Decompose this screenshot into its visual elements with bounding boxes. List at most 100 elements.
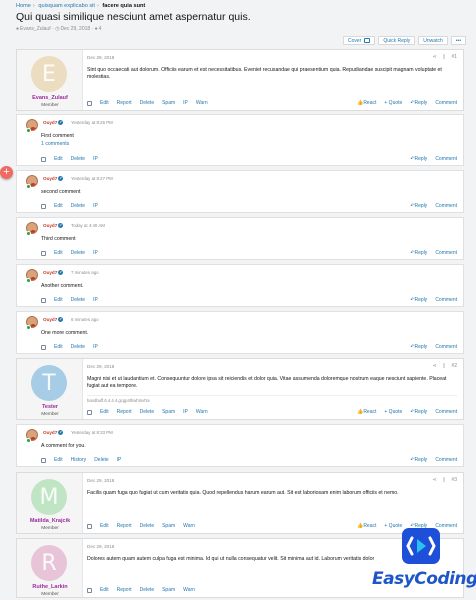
- avatar[interactable]: R: [31, 545, 67, 581]
- comment-link[interactable]: Comment: [435, 250, 457, 256]
- permalink-icon[interactable]: #3: [451, 477, 457, 483]
- comment-link[interactable]: Comment: [435, 100, 457, 106]
- comment-username[interactable]: Ouyd7 ✓: [43, 120, 64, 126]
- thread-date[interactable]: Dec 29, 2018: [60, 26, 90, 32]
- ip-link[interactable]: IP: [93, 344, 98, 350]
- warn-link[interactable]: Warn: [183, 587, 195, 593]
- delete-link[interactable]: Delete: [94, 457, 108, 463]
- quote-link[interactable]: + Quote: [384, 100, 402, 106]
- warn-link[interactable]: Warn: [196, 409, 208, 415]
- edit-link[interactable]: Edit: [54, 457, 63, 463]
- edit-link[interactable]: Edit: [100, 409, 109, 415]
- avatar[interactable]: T: [31, 365, 67, 401]
- comment-username[interactable]: Ouyd7 ✓: [43, 176, 64, 182]
- comment-username[interactable]: Ouyd7 ✓: [43, 317, 64, 323]
- comment-username[interactable]: Ouyd7 ✓: [43, 430, 64, 436]
- select-checkbox[interactable]: [87, 523, 92, 529]
- react-link[interactable]: 👍React: [357, 100, 376, 106]
- comment-link[interactable]: Comment: [435, 344, 457, 350]
- comment-time[interactable]: 6 minutes ago: [71, 317, 99, 322]
- add-button[interactable]: +: [0, 166, 13, 179]
- post-username[interactable]: Matilda_Krajcik: [17, 518, 83, 524]
- select-checkbox[interactable]: [87, 409, 92, 415]
- edit-link[interactable]: Edit: [100, 523, 109, 529]
- ip-link[interactable]: IP: [93, 156, 98, 162]
- comment-link[interactable]: Comment: [435, 156, 457, 162]
- select-checkbox[interactable]: [41, 457, 46, 463]
- history-link[interactable]: History: [71, 457, 87, 463]
- breadcrumb-home[interactable]: Home: [16, 3, 31, 9]
- more-menu-button[interactable]: •••: [450, 36, 466, 45]
- select-checkbox[interactable]: [41, 297, 46, 303]
- comment-time[interactable]: Today at 4:40 AM: [71, 223, 105, 228]
- comment-count-link[interactable]: 1 comments: [41, 141, 69, 147]
- comment-link[interactable]: Comment: [435, 523, 457, 529]
- report-link[interactable]: Report: [117, 523, 132, 529]
- edit-link[interactable]: Edit: [54, 203, 63, 209]
- warn-link[interactable]: Warn: [196, 100, 208, 106]
- post-date[interactable]: Dec 29, 2018: [87, 478, 114, 483]
- delete-link[interactable]: Delete: [71, 297, 85, 303]
- delete-link[interactable]: Delete: [71, 250, 85, 256]
- share-icon[interactable]: ⋖: [432, 363, 436, 369]
- reply-link[interactable]: ↶Reply: [410, 457, 427, 463]
- comment-link[interactable]: Comment: [435, 409, 457, 415]
- edit-link[interactable]: Edit: [54, 297, 63, 303]
- edit-link[interactable]: Edit: [54, 156, 63, 162]
- avatar[interactable]: M: [31, 479, 67, 515]
- reply-link[interactable]: ↶Reply: [410, 297, 427, 303]
- delete-link[interactable]: Delete: [140, 100, 154, 106]
- reply-link[interactable]: ↶Reply: [410, 250, 427, 256]
- bookmark-icon[interactable]: ▯: [443, 54, 446, 60]
- ip-link[interactable]: IP: [183, 409, 188, 415]
- thread-author[interactable]: Evans_Zulauf: [20, 26, 51, 32]
- reply-link[interactable]: ↶Reply: [410, 409, 427, 415]
- edit-link[interactable]: Edit: [54, 250, 63, 256]
- post-date[interactable]: Dec 29, 2018: [87, 544, 114, 549]
- unwatch-button[interactable]: Unwatch: [418, 36, 448, 45]
- select-checkbox[interactable]: [41, 344, 46, 350]
- comment-link[interactable]: Comment: [435, 203, 457, 209]
- ip-link[interactable]: IP: [93, 250, 98, 256]
- comment-time[interactable]: Yesterday at 8:27 PM: [71, 176, 113, 181]
- edit-link[interactable]: Edit: [100, 100, 109, 106]
- breadcrumb-current[interactable]: facere quia sunt: [102, 3, 145, 9]
- delete-link[interactable]: Delete: [71, 344, 85, 350]
- reply-link[interactable]: ↶Reply: [410, 203, 427, 209]
- spam-link[interactable]: Spam: [162, 587, 175, 593]
- share-icon[interactable]: ⋖: [432, 54, 436, 60]
- reply-link[interactable]: ↶Reply: [410, 100, 427, 106]
- avatar[interactable]: E: [31, 56, 67, 92]
- select-checkbox[interactable]: [41, 156, 46, 162]
- quote-link[interactable]: + Quote: [384, 409, 402, 415]
- delete-link[interactable]: Delete: [140, 409, 154, 415]
- report-link[interactable]: Report: [117, 587, 132, 593]
- comment-username[interactable]: Ouyd7 ✓: [43, 270, 64, 276]
- delete-link[interactable]: Delete: [71, 203, 85, 209]
- report-link[interactable]: Report: [117, 409, 132, 415]
- post-date[interactable]: Dec 29, 2018: [87, 364, 114, 369]
- post-date[interactable]: Dec 29, 2018: [87, 55, 114, 60]
- reply-link[interactable]: ↶Reply: [410, 156, 427, 162]
- select-checkbox[interactable]: [41, 203, 46, 209]
- permalink-icon[interactable]: #2: [451, 363, 457, 369]
- bookmark-icon[interactable]: ▯: [443, 363, 446, 369]
- select-checkbox[interactable]: [87, 100, 92, 106]
- comment-time[interactable]: Yesterday at 8:33 PM: [71, 430, 113, 435]
- quick-reply-button[interactable]: Quick Reply: [378, 36, 416, 45]
- edit-link[interactable]: Edit: [100, 587, 109, 593]
- cover-button[interactable]: Cover: [342, 36, 376, 45]
- bookmark-icon[interactable]: ▯: [443, 477, 446, 483]
- spam-link[interactable]: Spam: [162, 100, 175, 106]
- comment-username[interactable]: Ouyd7 ✓: [43, 223, 64, 229]
- comment-link[interactable]: Comment: [435, 297, 457, 303]
- react-link[interactable]: 👍React: [357, 409, 376, 415]
- ip-link[interactable]: IP: [183, 100, 188, 106]
- delete-link[interactable]: Delete: [140, 587, 154, 593]
- ip-link[interactable]: IP: [93, 203, 98, 209]
- post-username[interactable]: Ruthe_Larkin: [17, 584, 83, 590]
- share-icon[interactable]: ⋖: [432, 477, 436, 483]
- delete-link[interactable]: Delete: [71, 156, 85, 162]
- report-link[interactable]: Report: [117, 100, 132, 106]
- spam-link[interactable]: Spam: [162, 409, 175, 415]
